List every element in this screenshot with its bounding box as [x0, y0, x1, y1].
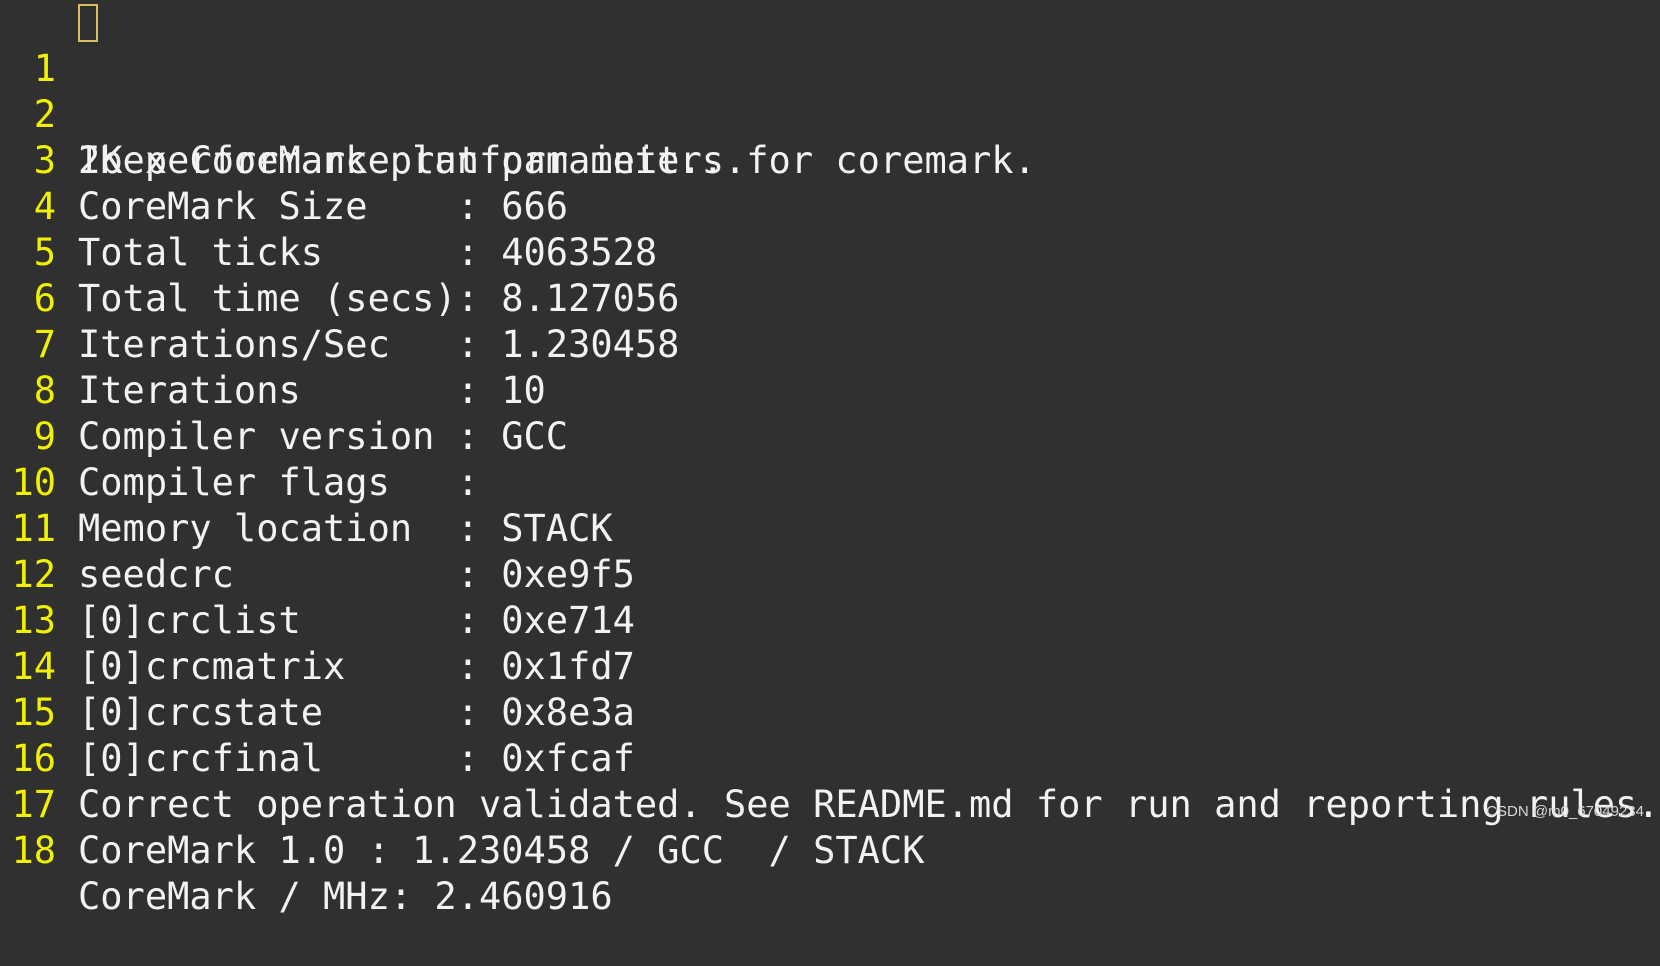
line-number: 18: [11, 829, 56, 872]
editor-line: 1 Ibex CoreMark platform init...: [0, 0, 1660, 182]
editor-line: 6 Iterations/Sec : 1.230458: [0, 230, 1660, 366]
editor-line: 11 seedcrc : 0xe9f5: [0, 460, 1660, 596]
editor-line: 15 [0]crcfinal : 0xfcaf: [0, 644, 1660, 780]
line-text: CoreMark 1.0 : 1.230458 / GCC / STACK: [78, 829, 925, 872]
editor-line: 7 Iterations : 10: [0, 276, 1660, 412]
editor-line: 2 2K performance run parameters for core…: [0, 46, 1660, 182]
editor-line: 4 Total ticks : 4063528: [0, 138, 1660, 274]
watermark: CSDN @m0_67049234: [1486, 803, 1644, 820]
editor-line: 18 CoreMark / MHz: 2.460916: [0, 782, 1660, 918]
line-text: CoreMark / MHz: 2.460916: [78, 875, 613, 918]
editor-line: 5 Total time (secs): 8.127056: [0, 184, 1660, 320]
terminal-editor[interactable]: 1 Ibex CoreMark platform init... 2 2K pe…: [0, 0, 1660, 918]
editor-line: 14 [0]crcstate : 0x8e3a: [0, 598, 1660, 734]
editor-line: 13 [0]crcmatrix : 0x1fd7: [0, 552, 1660, 688]
editor-line: 3 CoreMark Size : 666: [0, 92, 1660, 228]
editor-line: 17 CoreMark 1.0 : 1.230458 / GCC / STACK: [0, 736, 1660, 872]
editor-line: 9 Compiler flags :: [0, 368, 1660, 504]
editor-line: 12 [0]crclist : 0xe714: [0, 506, 1660, 642]
text-cursor: [78, 4, 98, 42]
editor-line: 16 Correct operation validated. See READ…: [0, 690, 1660, 826]
editor-line: 8 Compiler version : GCC: [0, 322, 1660, 458]
editor-line: 10 Memory location : STACK: [0, 414, 1660, 550]
